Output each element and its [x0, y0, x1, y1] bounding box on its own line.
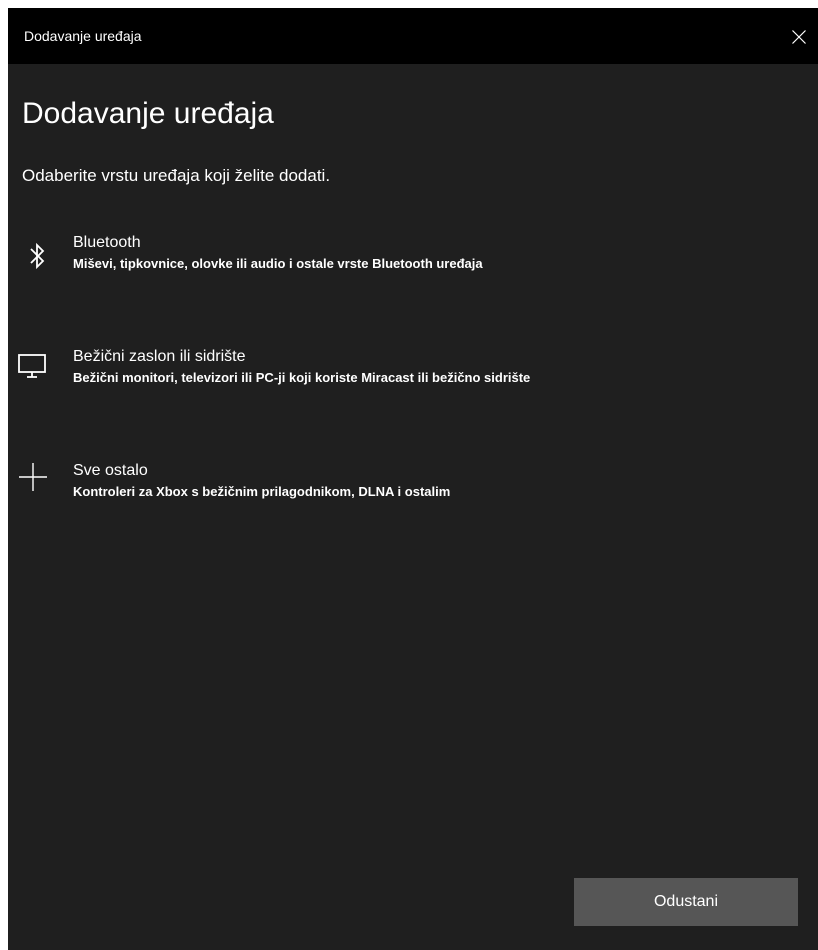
page-title: Dodavanje uređaja: [22, 97, 274, 130]
option-bluetooth[interactable]: Bluetooth Miševi, tipkovnice, olovke ili…: [8, 230, 818, 290]
option-wireless-display[interactable]: Bežični zaslon ili sidrište Bežični moni…: [8, 344, 818, 404]
title-bar: Dodavanje uređaja: [8, 8, 818, 64]
option-title: Sve ostalo: [73, 462, 148, 479]
page-subtitle: Odaberite vrstu uređaja koji želite doda…: [22, 166, 331, 185]
option-title: Bežični zaslon ili sidrište: [73, 348, 246, 365]
plus-icon: [16, 458, 56, 508]
bluetooth-icon: [16, 230, 56, 280]
window-title: Dodavanje uređaja: [24, 28, 142, 44]
close-icon: [792, 30, 806, 44]
monitor-icon: [16, 344, 56, 394]
option-description: Kontroleri za Xbox s bežičnim prilagodni…: [73, 484, 451, 499]
option-description: Miševi, tipkovnice, olovke ili audio i o…: [73, 256, 483, 271]
option-description: Bežični monitori, televizori ili PC-ji k…: [73, 370, 531, 385]
option-title: Bluetooth: [73, 234, 141, 251]
option-everything-else[interactable]: Sve ostalo Kontroleri za Xbox s bežičnim…: [8, 458, 818, 518]
close-button[interactable]: [772, 8, 818, 64]
cancel-button[interactable]: Odustani: [574, 878, 798, 926]
add-device-dialog: Dodavanje uređaja Dodavanje uređaja Odab…: [8, 8, 818, 950]
